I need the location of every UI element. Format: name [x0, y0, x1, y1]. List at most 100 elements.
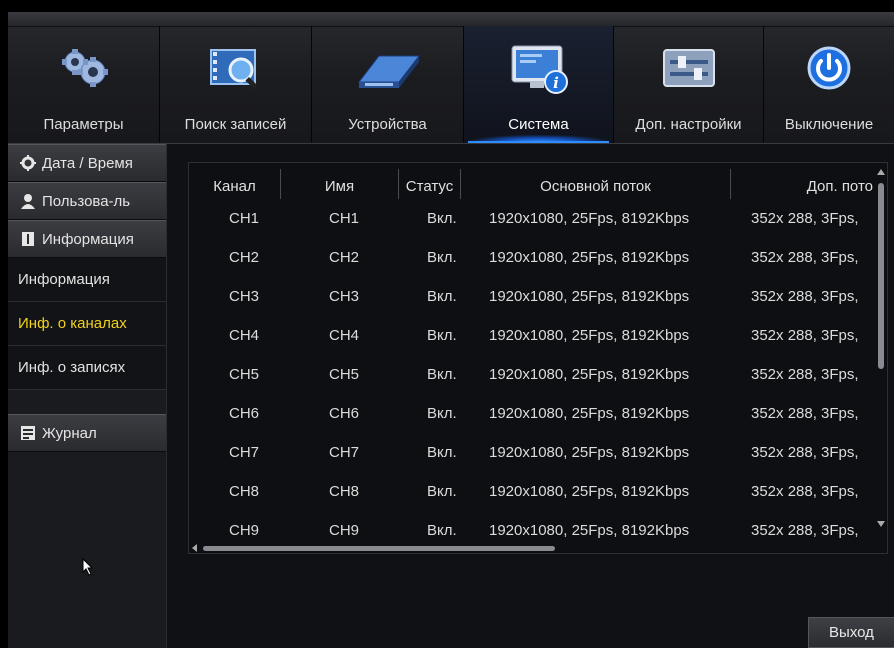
tab-advanced-settings[interactable]: Доп. настройки — [614, 26, 764, 143]
cell-sub-stream: 352x 288, 3Fps, — [751, 327, 859, 344]
sidebar-item-label: Инф. о записях — [18, 359, 126, 376]
cell-sub-stream: 352x 288, 3Fps, — [751, 210, 859, 227]
cell-main-stream: 1920x1080, 25Fps, 8192Kbps — [489, 483, 690, 500]
sidebar-item-datetime[interactable]: Дата / Время — [8, 144, 166, 182]
active-tab-underline — [468, 141, 609, 143]
tab-label: Выключение — [784, 116, 874, 133]
cell-channel: CH4 — [229, 327, 260, 344]
table-row[interactable]: CH2 CH2 Вкл. 1920x1080, 25Fps, 8192Kbps 352x… — [189, 238, 887, 277]
cell-channel: CH3 — [229, 288, 260, 305]
table-row[interactable]: CH8 CH8 Вкл. 1920x1080, 25Fps, 8192Kbps 352x… — [189, 472, 887, 511]
sidebar-item-label: Информация — [18, 271, 110, 288]
cell-status: Вкл. — [427, 405, 457, 422]
cell-main-stream: 1920x1080, 25Fps, 8192Kbps — [489, 405, 690, 422]
gear-icon — [20, 155, 36, 171]
tab-label: Устройства — [348, 116, 427, 133]
cell-name: CH2 — [329, 249, 360, 266]
cell-sub-stream: 352x 288, 3Fps, — [751, 483, 859, 500]
cell-status: Вкл. — [427, 288, 457, 305]
sidebar-subitem-channel-info[interactable]: Инф. о каналах — [8, 302, 166, 346]
sidebar-item-label: Инф. о каналах — [18, 315, 127, 332]
sidebar-subitem-record-info[interactable]: Инф. о записях — [8, 346, 166, 390]
column-header-sub-stream: Доп. пото — [806, 178, 873, 195]
tab-shutdown[interactable]: Выключение — [764, 26, 894, 143]
cell-status: Вкл. — [427, 483, 457, 500]
cell-channel: CH8 — [229, 483, 260, 500]
exit-button[interactable]: Выход — [808, 617, 894, 648]
cell-status: Вкл. — [427, 366, 457, 383]
tab-label: Поиск записей — [184, 116, 287, 133]
sidebar-item-user[interactable]: Пользова-ль — [8, 182, 166, 220]
cell-main-stream: 1920x1080, 25Fps, 8192Kbps — [489, 288, 690, 305]
sliders-icon — [662, 49, 715, 87]
cell-main-stream: 1920x1080, 25Fps, 8192Kbps — [489, 210, 690, 227]
vertical-scroll-thumb[interactable] — [878, 183, 884, 369]
column-header-status: Статус — [399, 169, 461, 199]
sidebar-item-label: Журнал — [42, 425, 97, 442]
column-header-name: Имя — [281, 169, 399, 199]
top-navigation: Параметры Поиск записей Устройства i Сис… — [8, 12, 894, 144]
cell-sub-stream: 352x 288, 3Fps, — [751, 366, 859, 383]
tab-devices[interactable]: Устройства — [312, 26, 464, 143]
scroll-left-icon[interactable] — [192, 544, 197, 552]
cell-main-stream: 1920x1080, 25Fps, 8192Kbps — [489, 249, 690, 266]
dvr-system-screen: Параметры Поиск записей Устройства i Сис… — [8, 12, 894, 648]
cell-main-stream: 1920x1080, 25Fps, 8192Kbps — [489, 327, 690, 344]
sidebar-item-label: Дата / Время — [42, 155, 133, 172]
cell-channel: CH7 — [229, 444, 260, 461]
power-icon — [807, 46, 851, 90]
cell-main-stream: 1920x1080, 25Fps, 8192Kbps — [489, 366, 690, 383]
tab-label: Параметры — [43, 116, 124, 133]
user-icon — [21, 194, 35, 209]
tab-system[interactable]: i Система — [464, 26, 614, 143]
cell-name: CH4 — [329, 327, 360, 344]
mouse-pointer-icon — [82, 558, 94, 576]
sidebar-item-information[interactable]: Информация — [8, 220, 166, 258]
cell-name: CH7 — [329, 444, 360, 461]
horizontal-scroll-thumb[interactable] — [203, 546, 555, 551]
cell-name: CH5 — [329, 366, 360, 383]
column-header-channel: Канал — [189, 169, 281, 199]
cell-channel: CH1 — [229, 210, 260, 227]
hdd-icon — [357, 55, 420, 88]
cell-channel: CH2 — [229, 249, 260, 266]
tab-label: Доп. настройки — [635, 116, 742, 133]
horizontal-scrollbar[interactable] — [189, 543, 887, 553]
scroll-down-icon[interactable] — [877, 521, 885, 527]
cell-name: CH1 — [329, 210, 360, 227]
table-row[interactable]: CH1 CH1 Вкл. 1920x1080, 25Fps, 8192Kbps 352x… — [189, 199, 887, 238]
vertical-scrollbar[interactable] — [875, 163, 887, 529]
cell-status: Вкл. — [427, 444, 457, 461]
monitor-info-icon: i — [511, 45, 568, 94]
tab-label: Система — [508, 116, 569, 133]
film-search-icon — [209, 49, 257, 90]
log-icon — [21, 426, 35, 440]
sidebar-item-label: Пользова-ль — [42, 193, 131, 210]
cell-channel: CH6 — [229, 405, 260, 422]
cell-name: CH3 — [329, 288, 360, 305]
cell-status: Вкл. — [427, 249, 457, 266]
gears-icon — [61, 49, 108, 87]
cell-status: Вкл. — [427, 210, 457, 227]
column-header-main-stream: Основной поток — [461, 169, 731, 199]
cell-channel: CH5 — [229, 366, 260, 383]
tab-record-search[interactable]: Поиск записей — [160, 26, 312, 143]
table-header: Канал Имя Статус Основной поток Доп. пот… — [189, 169, 887, 199]
scroll-up-icon[interactable] — [877, 169, 885, 175]
cell-sub-stream: 352x 288, 3Fps, — [751, 405, 859, 422]
tab-parameters[interactable]: Параметры — [8, 26, 160, 143]
top-strip — [8, 12, 894, 27]
sidebar-item-log[interactable]: Журнал — [8, 414, 166, 452]
cell-sub-stream: 352x 288, 3Fps, — [751, 249, 859, 266]
table-row[interactable]: CH5 CH5 Вкл. 1920x1080, 25Fps, 8192Kbps 352x… — [189, 355, 887, 394]
sidebar-subitem-information[interactable]: Информация — [8, 258, 166, 302]
cell-name: CH8 — [329, 483, 360, 500]
table-row[interactable]: CH7 CH7 Вкл. 1920x1080, 25Fps, 8192Kbps 352x… — [189, 433, 887, 472]
table-row[interactable]: CH4 CH4 Вкл. 1920x1080, 25Fps, 8192Kbps 352x… — [189, 316, 887, 355]
cell-sub-stream: 352x 288, 3Fps, — [751, 444, 859, 461]
channel-info-table: Канал Имя Статус Основной поток Доп. пот… — [188, 162, 888, 554]
cell-status: Вкл. — [427, 327, 457, 344]
table-row[interactable]: CH6 CH6 Вкл. 1920x1080, 25Fps, 8192Kbps 352x… — [189, 394, 887, 433]
svg-text:i: i — [553, 74, 559, 92]
table-row[interactable]: CH3 CH3 Вкл. 1920x1080, 25Fps, 8192Kbps 352x… — [189, 277, 887, 316]
